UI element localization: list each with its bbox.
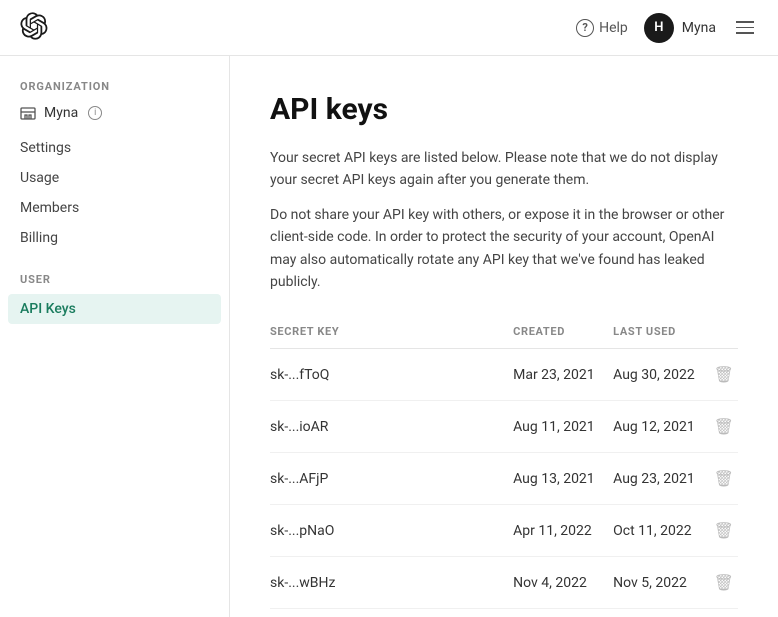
created-date: Aug 13, 2021: [513, 453, 613, 505]
avatar: H: [644, 13, 674, 43]
logo-area: [20, 12, 48, 44]
key-value: sk-...AFjP: [270, 453, 513, 505]
key-value: sk-...wBHz: [270, 557, 513, 609]
table-row: sk-...wBHzNov 4, 2022Nov 5, 2022🗑: [270, 557, 738, 609]
menu-line-1: [736, 21, 754, 23]
sidebar-item-usage[interactable]: Usage: [0, 163, 229, 193]
table-row: sk-...ioARAug 11, 2021Aug 12, 2021🗑: [270, 401, 738, 453]
main-content: API keys Your secret API keys are listed…: [230, 56, 778, 617]
col-header-lastused: LAST USED: [613, 317, 710, 349]
last-used-date: Nov 5, 2022: [613, 557, 710, 609]
page-title: API keys: [270, 92, 738, 127]
sidebar: ORGANIZATION Myna i Settings Usage Membe…: [0, 56, 230, 617]
table-row: sk-...pNaOApr 11, 2022Oct 11, 2022🗑: [270, 505, 738, 557]
user-section-label: USER: [0, 273, 229, 294]
description-2: Do not share your API key with others, o…: [270, 204, 738, 294]
created-date: Apr 11, 2022: [513, 505, 613, 557]
sidebar-item-settings[interactable]: Settings: [0, 133, 229, 163]
sidebar-item-members[interactable]: Members: [0, 193, 229, 223]
key-value: sk-...ioAR: [270, 401, 513, 453]
last-used-date: Aug 12, 2021: [613, 401, 710, 453]
key-value: sk-...pNaO: [270, 505, 513, 557]
delete-key-button[interactable]: 🗑: [714, 521, 734, 540]
table-row: sk-...fToQMar 23, 2021Aug 30, 2022🗑: [270, 349, 738, 401]
main-layout: ORGANIZATION Myna i Settings Usage Membe…: [0, 56, 778, 617]
col-header-action: [710, 317, 738, 349]
created-date: Nov 4, 2022: [513, 557, 613, 609]
table-row: sk-...AFjPAug 13, 2021Aug 23, 2021🗑: [270, 453, 738, 505]
col-header-key: SECRET KEY: [270, 317, 513, 349]
last-used-date: Oct 11, 2022: [613, 505, 710, 557]
menu-line-3: [736, 32, 754, 34]
delete-key-button[interactable]: 🗑: [714, 417, 734, 436]
last-used-date: Aug 30, 2022: [613, 349, 710, 401]
delete-key-button[interactable]: 🗑: [714, 365, 734, 384]
user-section: USER API Keys: [0, 273, 229, 324]
key-value: sk-...fToQ: [270, 349, 513, 401]
openai-logo-icon: [20, 12, 48, 40]
sidebar-item-api-keys[interactable]: API Keys: [8, 294, 221, 324]
help-button[interactable]: ? Help: [576, 19, 628, 37]
delete-key-cell: 🗑: [710, 401, 738, 453]
org-info-icon[interactable]: i: [88, 106, 102, 120]
org-name: Myna: [44, 105, 78, 121]
menu-line-2: [736, 27, 754, 29]
top-navigation: ? Help H Myna: [0, 0, 778, 56]
created-date: Mar 23, 2021: [513, 349, 613, 401]
sidebar-item-billing[interactable]: Billing: [0, 223, 229, 253]
org-section-label: ORGANIZATION: [0, 80, 229, 101]
delete-key-button[interactable]: 🗑: [714, 573, 734, 592]
help-icon: ?: [576, 19, 594, 37]
delete-key-cell: 🗑: [710, 453, 738, 505]
description-1: Your secret API keys are listed below. P…: [270, 147, 738, 192]
delete-key-button[interactable]: 🗑: [714, 469, 734, 488]
hamburger-menu-button[interactable]: [732, 17, 758, 38]
help-label: Help: [599, 20, 628, 36]
delete-key-cell: 🗑: [710, 349, 738, 401]
api-keys-table: SECRET KEY CREATED LAST USED sk-...fToQM…: [270, 317, 738, 609]
org-row: Myna i: [0, 101, 229, 133]
user-name: Myna: [682, 20, 716, 36]
user-area: H Myna: [644, 13, 716, 43]
org-building-icon: [20, 105, 36, 121]
delete-key-cell: 🗑: [710, 557, 738, 609]
col-header-created: CREATED: [513, 317, 613, 349]
last-used-date: Aug 23, 2021: [613, 453, 710, 505]
delete-key-cell: 🗑: [710, 505, 738, 557]
created-date: Aug 11, 2021: [513, 401, 613, 453]
